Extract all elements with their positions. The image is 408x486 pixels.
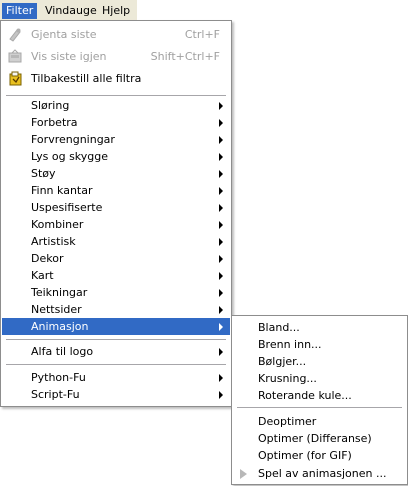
menu-item-render[interactable]: Teikningar (2, 284, 230, 301)
submenu-arrow-icon (219, 391, 223, 399)
menu-item-edge-detect[interactable]: Finn kantar (2, 182, 230, 199)
submenu-arrow-icon (219, 119, 223, 127)
menu-item-optimize-gif[interactable]: Optimer (for GIF) (233, 447, 406, 464)
menu-item-repeat-last[interactable]: Gjenta siste Ctrl+F (2, 26, 230, 43)
menu-item-enhance[interactable]: Forbetra (2, 114, 230, 131)
menubar: Filter Vindauge Hjelp (0, 0, 408, 22)
submenu-arrow-icon (219, 272, 223, 280)
menu-item-noise[interactable]: Støy (2, 165, 230, 182)
reshow-icon (8, 49, 22, 63)
menu-item-web[interactable]: Nettsider (2, 301, 230, 318)
menu-item-combine[interactable]: Kombiner (2, 216, 230, 233)
menu-help[interactable]: Hjelp (98, 3, 134, 19)
submenu-arrow-icon (219, 221, 223, 229)
reset-filters-icon (9, 71, 22, 86)
separator (6, 364, 226, 365)
menu-item-reset-all-filters[interactable]: Tilbakestill alle filtra (2, 70, 230, 87)
menu-item-generic[interactable]: Uspesifiserte (2, 199, 230, 216)
animation-submenu: Bland... Brenn inn... Bølgjer... Krusnin… (231, 315, 408, 485)
submenu-arrow-icon (219, 323, 223, 331)
menu-item-python-fu[interactable]: Python-Fu (2, 369, 230, 386)
submenu-arrow-icon (219, 102, 223, 110)
menu-item-distorts[interactable]: Forvrengningar (2, 131, 230, 148)
menu-item-rotating-globe[interactable]: Roterande kule... (233, 387, 406, 404)
submenu-arrow-icon (219, 170, 223, 178)
menu-item-blend[interactable]: Bland... (233, 319, 406, 336)
menu-item-playback[interactable]: Spel av animasjonen ... (233, 465, 406, 482)
submenu-arrow-icon (219, 204, 223, 212)
submenu-arrow-icon (219, 187, 223, 195)
separator (6, 95, 226, 96)
menubar-background: Filter Vindauge Hjelp (0, 0, 137, 22)
menu-item-artistic[interactable]: Artistisk (2, 233, 230, 250)
filter-menu: Gjenta siste Ctrl+F Vis siste igjen Shif… (0, 20, 232, 407)
menu-item-ripple[interactable]: Krusning... (233, 370, 406, 387)
submenu-arrow-icon (219, 374, 223, 382)
menu-item-map[interactable]: Kart (2, 267, 230, 284)
menu-item-animation[interactable]: Animasjon (2, 318, 230, 335)
submenu-arrow-icon (219, 238, 223, 246)
menu-item-unoptimize[interactable]: Deoptimer (233, 413, 406, 430)
menu-item-reshow-last[interactable]: Vis siste igjen Shift+Ctrl+F (2, 48, 230, 65)
submenu-arrow-icon (219, 255, 223, 263)
menu-item-optimize-difference[interactable]: Optimer (Differanse) (233, 430, 406, 447)
submenu-arrow-icon (219, 348, 223, 356)
menu-item-alpha-to-logo[interactable]: Alfa til logo (2, 343, 230, 360)
menu-item-blur[interactable]: Sløring (2, 97, 230, 114)
menu-item-waves[interactable]: Bølgjer... (233, 353, 406, 370)
separator (237, 407, 402, 408)
submenu-arrow-icon (219, 136, 223, 144)
separator (6, 339, 226, 340)
submenu-arrow-icon (219, 153, 223, 161)
repeat-icon (9, 28, 21, 42)
submenu-arrow-icon (219, 306, 223, 314)
menu-item-script-fu[interactable]: Script-Fu (2, 386, 230, 403)
menu-filter[interactable]: Filter (2, 3, 38, 19)
menu-item-light-shadow[interactable]: Lys og skygge (2, 148, 230, 165)
menu-item-decor[interactable]: Dekor (2, 250, 230, 267)
submenu-arrow-icon (219, 289, 223, 297)
menu-item-burn-in[interactable]: Brenn inn... (233, 336, 406, 353)
menu-windows[interactable]: Vindauge (41, 3, 101, 19)
play-icon (240, 469, 247, 479)
